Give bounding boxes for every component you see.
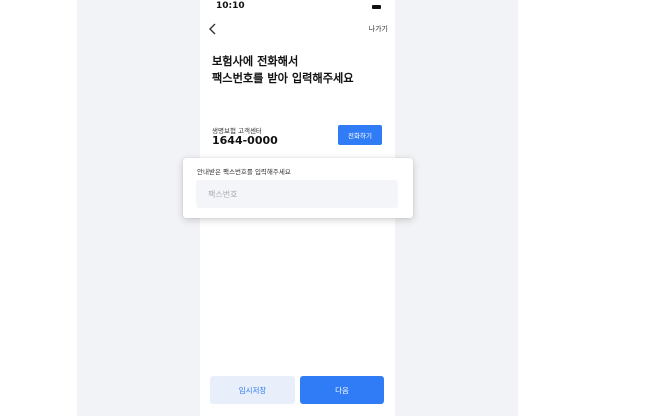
- page-title-line-2: 팩스번호를 받아 입력해주세요: [212, 72, 354, 85]
- chevron-left-icon[interactable]: [207, 22, 219, 36]
- next-button[interactable]: 다음: [300, 376, 384, 404]
- fax-number-input[interactable]: [196, 180, 398, 208]
- fax-number-popup: 안내받은 팩스번호를 입력해주세요: [183, 158, 413, 218]
- fax-input-label: 안내받은 팩스번호를 입력해주세요: [197, 168, 291, 176]
- status-bar: 10:10: [200, 0, 395, 14]
- battery-icon: [372, 5, 381, 9]
- page-title-line-1: 보험사에 전화해서: [212, 55, 299, 68]
- phone-number: 1644-0000: [212, 134, 278, 147]
- page-title: 보험사에 전화해서 팩스번호를 받아 입력해주세요: [212, 53, 387, 87]
- status-time: 10:10: [216, 1, 245, 11]
- save-draft-button[interactable]: 임시저장: [210, 376, 295, 404]
- exit-button[interactable]: 나가기: [369, 24, 388, 34]
- call-button[interactable]: 전화하기: [338, 125, 382, 145]
